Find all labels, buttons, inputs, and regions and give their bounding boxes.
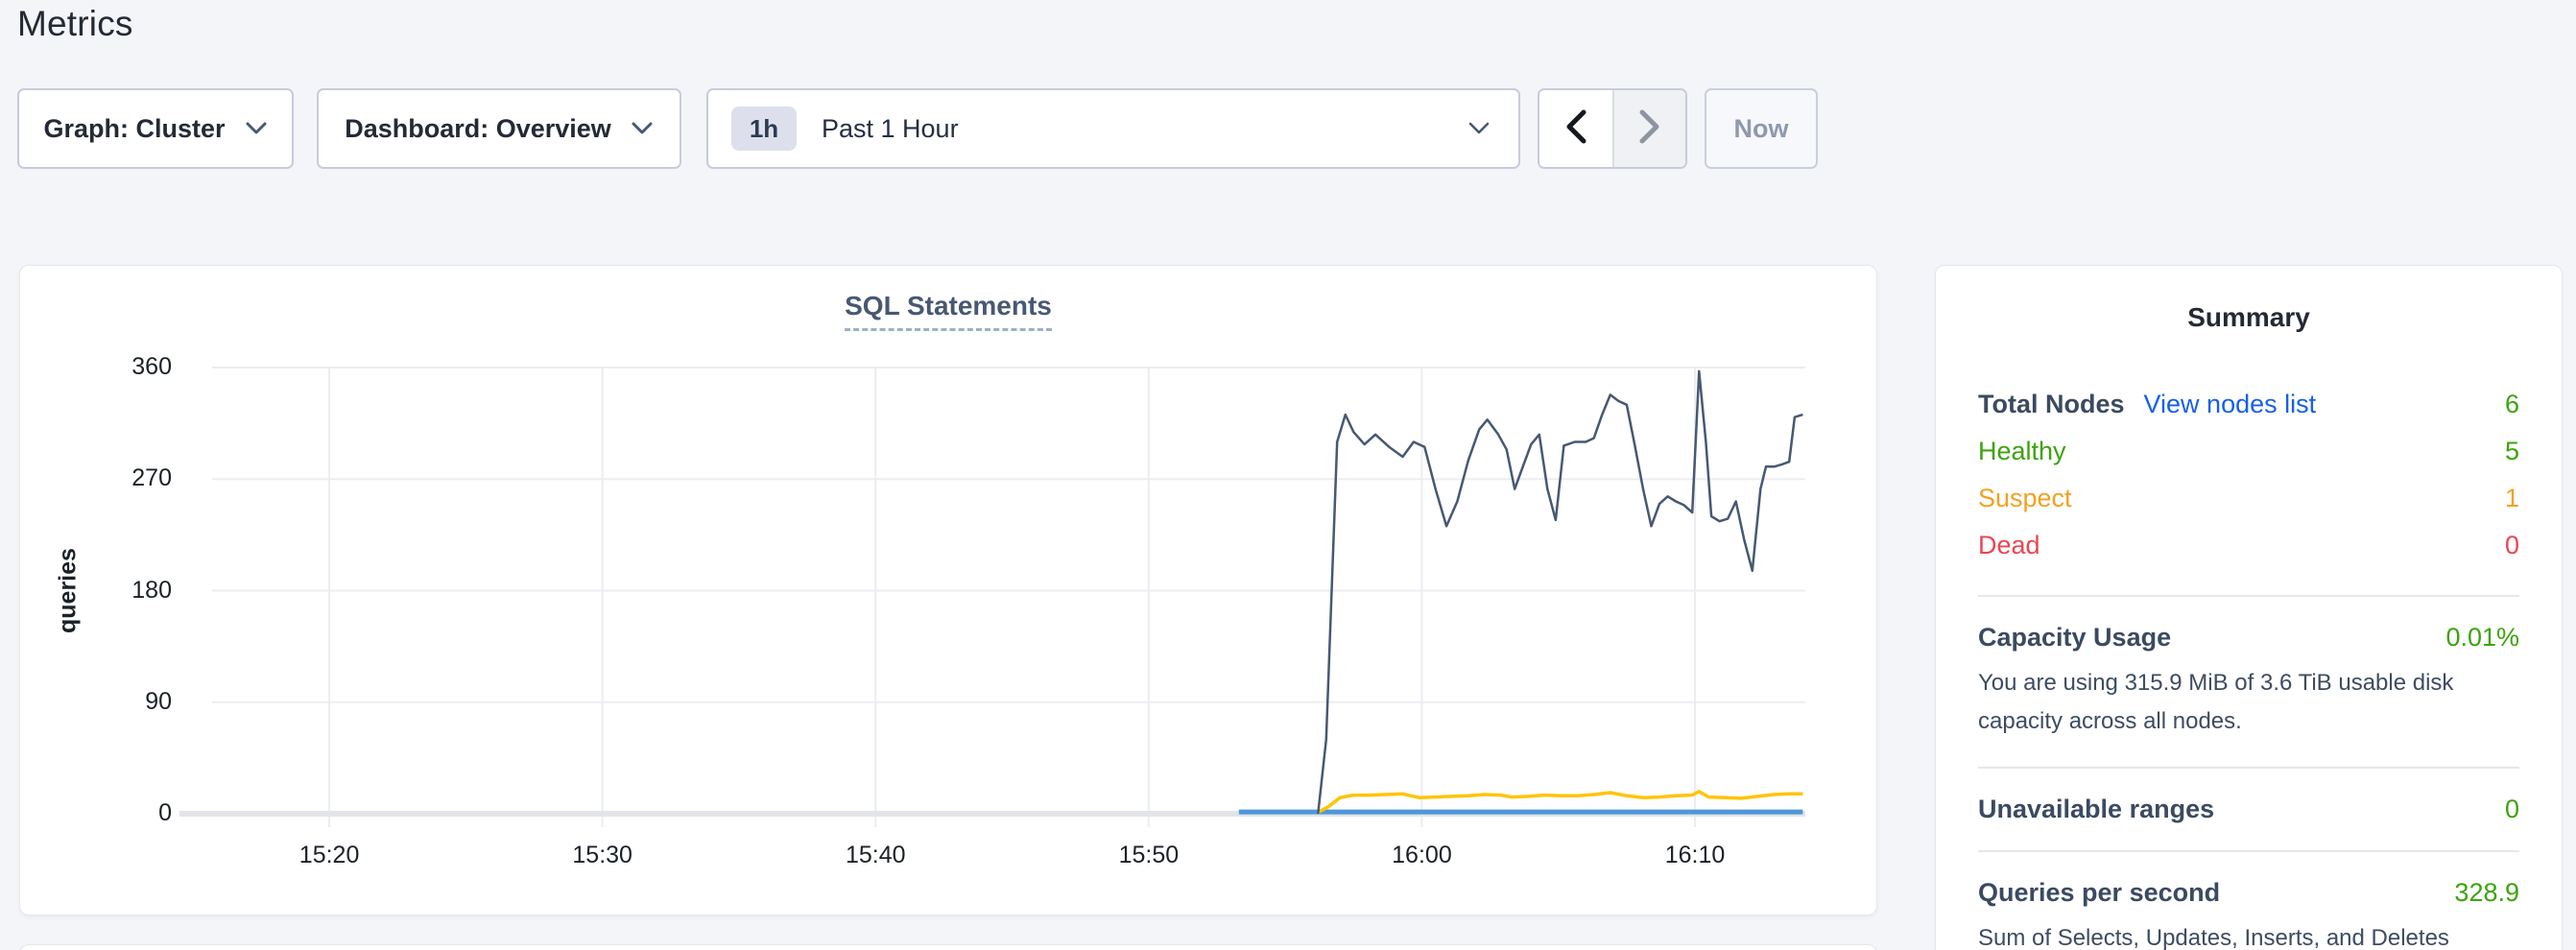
- capacity-usage-section: Capacity Usage 0.01% You are using 315.9…: [1978, 623, 2519, 741]
- dead-label: Dead: [1978, 531, 2040, 560]
- divider: [1978, 595, 2519, 597]
- y-tick-label: 90: [20, 688, 172, 716]
- chevron-down-icon: [1468, 122, 1490, 135]
- prev-timewindow-button[interactable]: [1539, 90, 1612, 167]
- x-tick-label: 15:50: [1082, 842, 1216, 869]
- unavailable-ranges-section: Unavailable ranges 0: [1978, 795, 2519, 824]
- unavailable-ranges-label: Unavailable ranges: [1978, 795, 2214, 824]
- y-tick-label: 0: [20, 799, 172, 827]
- summary-card: Summary Total Nodes View nodes list 6 He…: [1935, 265, 2563, 950]
- suspect-label: Suspect: [1978, 484, 2072, 513]
- view-nodes-list-link[interactable]: View nodes list: [2144, 390, 2317, 419]
- y-tick-label: 270: [20, 464, 172, 492]
- graph-dropdown-label: Graph: Cluster: [43, 114, 225, 144]
- chart-line-series-2-low: [1318, 792, 1802, 813]
- chevron-right-icon: [1637, 108, 1662, 150]
- chevron-left-icon: [1563, 108, 1588, 150]
- queries-per-second-label: Queries per second: [1978, 878, 2220, 908]
- x-tick-label: 15:40: [808, 842, 942, 869]
- healthy-nodes-row: Healthy 5: [1978, 428, 2519, 475]
- divider: [1978, 850, 2519, 852]
- total-nodes-value: 6: [2505, 390, 2519, 419]
- dead-value: 0: [2505, 531, 2519, 560]
- chevron-down-icon: [245, 121, 268, 136]
- plot-svg: [212, 368, 1805, 814]
- time-window-badge: 1h: [731, 107, 797, 151]
- queries-per-second-section: Queries per second 328.9 Sum of Selects,…: [1978, 878, 2519, 950]
- queries-per-second-description: Sum of Selects, Updates, Inserts, and De…: [1978, 919, 2519, 950]
- summary-title: Summary: [1978, 302, 2519, 333]
- sql-statements-chart-card: SQL Statements queries 090180270360 15:2…: [19, 265, 1877, 915]
- x-tick-label: 16:00: [1354, 842, 1489, 869]
- chevron-down-icon: [631, 121, 654, 136]
- queries-per-second-value: 328.9: [2454, 878, 2519, 908]
- node-status-rows: Total Nodes View nodes list 6 Healthy 5 …: [1978, 381, 2519, 569]
- total-nodes-row: Total Nodes View nodes list 6: [1978, 381, 2519, 428]
- plot-area[interactable]: [212, 368, 1805, 814]
- unavailable-ranges-value: 0: [2505, 795, 2519, 824]
- y-tick-label: 360: [20, 353, 172, 381]
- total-nodes-label: Total Nodes: [1978, 390, 2125, 419]
- y-tick-label: 180: [20, 577, 172, 605]
- time-window-arrow-group: [1538, 88, 1687, 169]
- capacity-usage-label: Capacity Usage: [1978, 623, 2171, 653]
- dashboard-dropdown-label: Dashboard: Overview: [345, 114, 611, 144]
- chart-line-series-1-high: [1318, 371, 1802, 814]
- time-window-label: Past 1 Hour: [822, 114, 959, 144]
- x-tick-label: 15:30: [536, 842, 670, 869]
- metrics-page: Metrics Graph: Cluster Dashboard: Overvi…: [0, 0, 2576, 950]
- dashboard-dropdown[interactable]: Dashboard: Overview: [317, 88, 681, 169]
- suspect-nodes-row: Suspect 1: [1978, 475, 2519, 522]
- graph-dropdown[interactable]: Graph: Cluster: [17, 88, 294, 169]
- page-title: Metrics: [17, 4, 133, 44]
- dead-nodes-row: Dead 0: [1978, 522, 2519, 569]
- chart-title[interactable]: SQL Statements: [845, 291, 1052, 331]
- healthy-value: 5: [2505, 437, 2519, 466]
- time-window-selector[interactable]: 1h Past 1 Hour: [706, 88, 1520, 169]
- x-tick-label: 16:10: [1628, 842, 1762, 869]
- x-tick-label: 15:20: [262, 842, 396, 869]
- healthy-label: Healthy: [1978, 437, 2066, 466]
- divider: [1978, 767, 2519, 769]
- next-timewindow-button[interactable]: [1612, 90, 1685, 167]
- capacity-usage-value: 0.01%: [2445, 623, 2519, 653]
- suspect-value: 1: [2505, 484, 2519, 513]
- next-chart-card: [19, 944, 1877, 950]
- capacity-usage-description: You are using 315.9 MiB of 3.6 TiB usabl…: [1978, 664, 2519, 741]
- now-button[interactable]: Now: [1705, 88, 1818, 169]
